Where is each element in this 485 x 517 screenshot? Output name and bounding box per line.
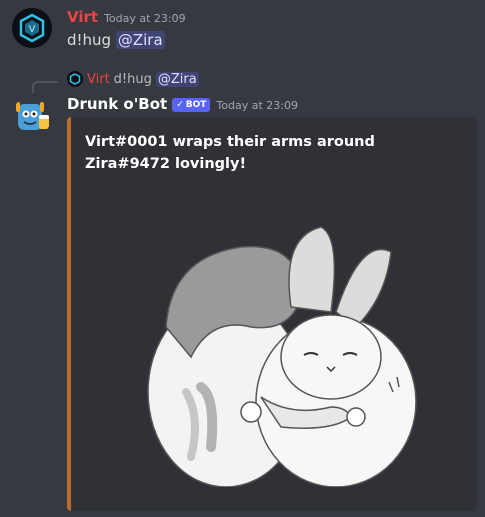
virt-avatar[interactable]: V (12, 8, 52, 48)
reply-username[interactable]: Virt (87, 72, 110, 87)
reply-command: d!hug (113, 71, 152, 87)
reply-mention[interactable]: @Zira (155, 71, 199, 87)
virt-username[interactable]: Virt (67, 8, 98, 26)
svg-text:V: V (29, 24, 36, 35)
bot-tag: ✓ BOT (172, 98, 211, 112)
reply-reference[interactable]: Virt d!hug @Zira (67, 71, 199, 87)
embed-image-bunnies[interactable] (131, 217, 421, 487)
bot-username[interactable]: Drunk o'Bot (67, 95, 167, 113)
reply-avatar (67, 71, 83, 87)
message-timestamp: Today at 23:09 (104, 12, 186, 25)
command-text: d!hug (67, 31, 112, 49)
message-content: d!hug @Zira (67, 31, 165, 49)
reply-spine (32, 81, 58, 93)
embed-card: Virt#0001 wraps their arms around Zira#9… (67, 117, 477, 511)
bot-tag-label: BOT (185, 100, 207, 110)
bot-message-timestamp: Today at 23:09 (216, 99, 298, 112)
bot-avatar[interactable] (12, 96, 52, 136)
mention-zira[interactable]: @Zira (115, 31, 165, 49)
embed-description: Virt#0001 wraps their arms around Zira#9… (85, 134, 375, 172)
check-icon: ✓ (176, 100, 184, 110)
